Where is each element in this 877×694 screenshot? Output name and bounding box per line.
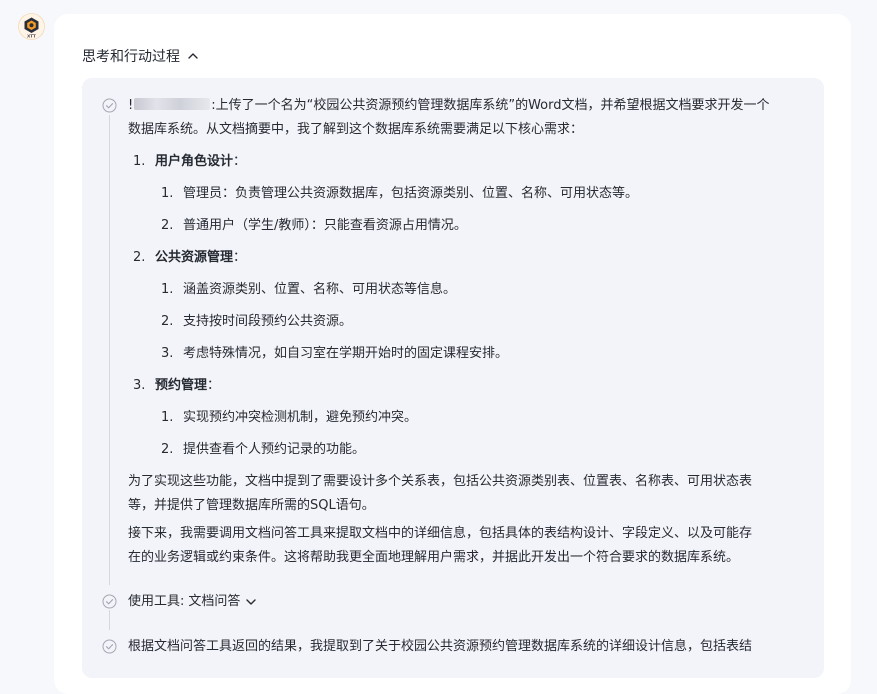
list-item: 涵盖资源类别、位置、名称、可用状态等信息。 (183, 282, 457, 297)
item-number: 1. (161, 282, 174, 297)
step1-prefix: ! (128, 98, 134, 113)
list-item: 考虑特殊情况，如自习室在学期开始时的固定课程安排。 (183, 346, 509, 361)
step1-line1-text: :上传了一个名为“校园公共资源预约管理数据库系统”的Word文档，并希望根据文档… (211, 98, 770, 113)
chevron-down-icon (246, 599, 257, 605)
section-title-line: 公共资源管理： (155, 245, 246, 271)
list-item: 管理员：负责管理公共资源数据库，包括资源类别、位置、名称、可用状态等。 (183, 186, 639, 201)
chevron-up-icon (188, 53, 198, 59)
avatar-label: XTT (27, 33, 36, 38)
item-number: 2. (161, 314, 174, 329)
thinking-toggle[interactable]: 思考和行动过程 (82, 44, 200, 68)
tool-call-toggle[interactable]: 使用工具: 文档问答 (128, 589, 258, 615)
paragraph-line: 在的业务逻辑或约束条件。这将帮助我更全面地理解用户需求，并据此开发出一个符合要求… (128, 550, 740, 565)
assistant-avatar: XTT (18, 13, 45, 40)
section-number: 2. (133, 250, 146, 265)
section-title: 预约管理 (155, 378, 208, 393)
item-number: 1. (161, 410, 174, 425)
step1-line2: 数据库系统。从文档摘要中，我了解到这个数据库系统需要满足以下核心需求： (128, 122, 584, 137)
section-colon: ： (207, 378, 221, 393)
check-circle-icon (102, 98, 117, 113)
timeline-line (109, 610, 110, 630)
list-item: 支持按时间段预约公共资源。 (183, 314, 353, 329)
list-item: 提供查看个人预约记录的功能。 (183, 442, 366, 457)
list-item: 普通用户（学生/教师）：只能查看资源占用情况。 (183, 218, 467, 233)
paragraph-line: 接下来，我需要调用文档问答工具来提取文档中的详细信息，包括具体的表结构设计、字段… (128, 526, 753, 541)
assistant-logo-icon: XTT (18, 13, 45, 40)
redacted-username (134, 98, 211, 110)
list-item: 实现预约冲突检测机制，避免预约冲突。 (183, 410, 418, 425)
step1-line1: ! :上传了一个名为“校园公共资源预约管理数据库系统”的Word文档，并希望根据文… (128, 93, 769, 119)
section-number: 1. (133, 154, 146, 169)
thinking-header-label: 思考和行动过程 (82, 49, 180, 65)
item-number: 2. (161, 218, 174, 233)
section-title: 用户角色设计 (155, 154, 234, 169)
paragraph-line: 等，并提供了管理数据库所需的SQL语句。 (128, 498, 375, 513)
item-number: 2. (161, 442, 174, 457)
item-number: 3. (161, 346, 174, 361)
timeline-line (109, 115, 110, 585)
item-number: 1. (161, 186, 174, 201)
tool-name: 文档问答 (188, 594, 241, 609)
section-number: 3. (133, 378, 146, 393)
check-circle-icon (102, 639, 117, 654)
section-colon: ： (233, 250, 247, 265)
step3-line1: 根据文档问答工具返回的结果，我提取到了关于校园公共资源预约管理数据库系统的详细设… (128, 639, 753, 654)
section-title: 公共资源管理 (155, 250, 234, 265)
section-title-line: 用户角色设计： (155, 149, 246, 175)
section-colon: ： (233, 154, 247, 169)
check-circle-icon (102, 594, 117, 609)
section-title-line: 预约管理： (155, 373, 220, 399)
tool-label: 使用工具: (128, 594, 185, 609)
paragraph-line: 为了实现这些功能，文档中提到了需要设计多个关系表，包括公共资源类别表、位置表、名… (128, 474, 753, 489)
